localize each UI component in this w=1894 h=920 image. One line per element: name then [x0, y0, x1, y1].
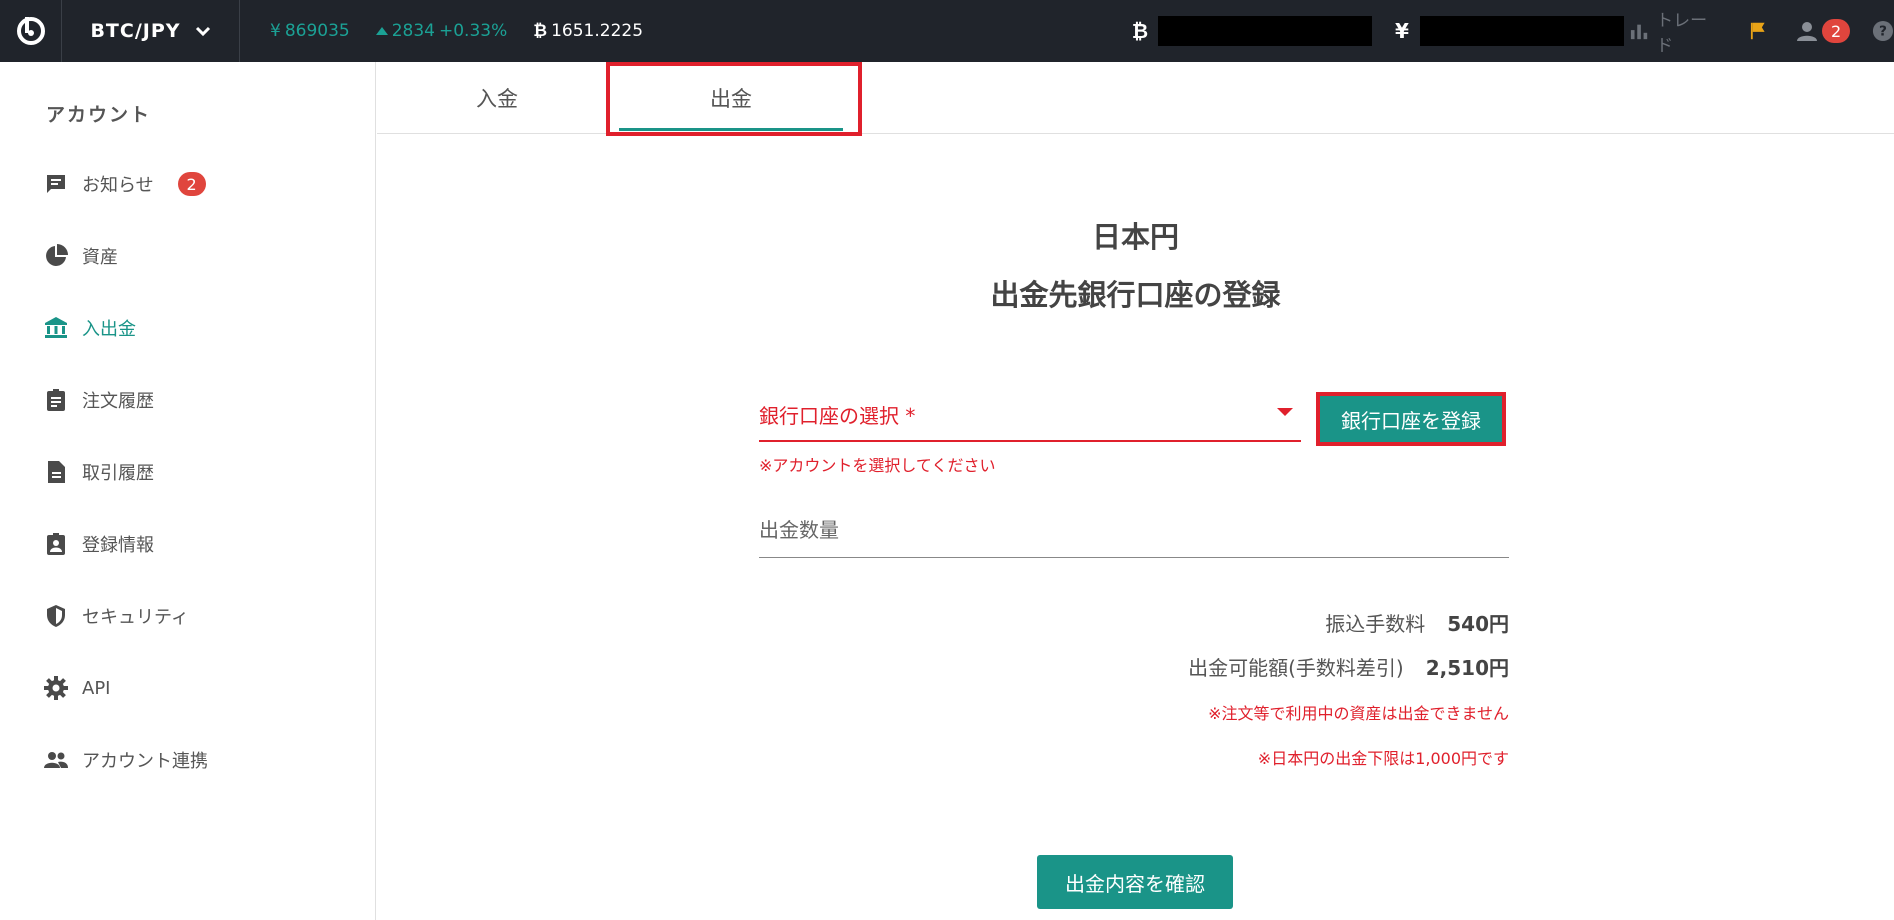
tab-withdraw-label: 出金	[710, 87, 752, 111]
last-price-value: 869035	[284, 21, 350, 41]
sidebar-item-api[interactable]: API	[44, 670, 110, 706]
volume-value: 1651.2225	[551, 21, 644, 41]
sidebar-item-trade-history[interactable]: 取引履歴	[44, 454, 154, 490]
sidebar-title: アカウント	[46, 104, 152, 126]
register-bank-account-button[interactable]: 銀行口座を登録	[1316, 392, 1506, 446]
header-tools: トレード 2 ?	[1630, 0, 1894, 62]
warning-note-minimum: ※日本円の出金下限は1,000円です	[1257, 749, 1509, 768]
page-title: 出金先銀行口座の登録	[990, 278, 1281, 312]
btc-balance-redacted	[1158, 16, 1372, 46]
sidebar-item-deposit-withdraw[interactable]: 入出金	[44, 310, 136, 346]
help-icon[interactable]: ?	[1872, 19, 1894, 43]
sidebar-item-label: お知らせ	[82, 175, 154, 196]
caret-down-icon	[1277, 408, 1293, 416]
btc-balance-icon: ₿	[1131, 18, 1149, 43]
confirm-withdraw-label: 出金内容を確認	[1065, 871, 1205, 896]
bank-icon	[45, 317, 67, 338]
tab-deposit-label: 入金	[476, 87, 518, 111]
trade-label: トレード	[1656, 11, 1708, 56]
transfer-fee-label: 振込手数料	[1325, 612, 1426, 636]
top-navigation-bar: BTC/JPY ¥ 869035 2834 +0.33% ₿ 1651.2225…	[0, 0, 1894, 62]
sidebar-item-label: 入出金	[82, 319, 136, 340]
svg-text:?: ?	[1879, 24, 1887, 40]
user-icon	[1797, 22, 1818, 41]
tabs: 入金 出金	[377, 62, 1894, 134]
volume: ₿ 1651.2225	[533, 21, 643, 41]
arrow-up-icon	[375, 27, 388, 35]
sidebar-item-label: 取引履歴	[82, 463, 154, 484]
sidebar-item-label: API	[82, 677, 111, 699]
confirm-withdraw-button[interactable]: 出金内容を確認	[1037, 855, 1233, 909]
available-amount-row: 出金可能額(手数料差引) 2,510円	[1188, 652, 1509, 681]
page-title-currency: 日本円	[1091, 220, 1179, 254]
price-change: 2834 +0.33%	[375, 21, 508, 41]
logo-icon	[16, 17, 45, 45]
yen-icon: ¥	[270, 21, 281, 41]
document-icon	[48, 461, 65, 483]
bitcoin-icon: ₿	[533, 21, 548, 41]
withdraw-amount-field[interactable]	[759, 510, 1509, 558]
balances: ₿ ¥	[1128, 0, 1624, 62]
jpy-balance-redacted	[1420, 16, 1624, 46]
sidebar-item-label: セキュリティ	[82, 607, 189, 628]
message-icon	[47, 175, 65, 193]
bar-chart-icon	[1630, 24, 1648, 40]
sidebar-item-news[interactable]: お知らせ 2	[44, 166, 206, 202]
tab-deposit[interactable]: 入金	[377, 62, 617, 134]
available-amount-label: 出金可能額(手数料差引)	[1188, 656, 1404, 680]
contact-icon	[47, 533, 65, 555]
bitbank-logo[interactable]	[0, 0, 62, 62]
flag-icon[interactable]	[1750, 21, 1766, 41]
change-value: 2834	[391, 21, 435, 41]
withdraw-amount-input[interactable]	[759, 510, 1509, 550]
sidebar-item-account-link[interactable]: アカウント連携	[44, 742, 208, 778]
people-icon	[44, 752, 68, 768]
pie-chart-icon	[46, 244, 68, 266]
gear-icon	[44, 676, 68, 700]
warning-note-in-use: ※注文等で利用中の資産は出金できません	[1208, 704, 1509, 723]
sidebar-item-label: 資産	[82, 247, 118, 268]
tab-withdraw[interactable]: 出金	[611, 62, 851, 134]
pair-selector[interactable]: BTC/JPY	[62, 0, 240, 62]
sidebar-item-security[interactable]: セキュリティ	[44, 598, 189, 634]
shield-icon	[47, 605, 65, 627]
jpy-balance-icon: ¥	[1395, 19, 1409, 43]
sidebar-item-registration-info[interactable]: 登録情報	[44, 526, 154, 562]
sidebar-item-assets[interactable]: 資産	[44, 238, 118, 274]
active-tab-indicator	[619, 128, 843, 131]
news-badge: 2	[177, 172, 206, 196]
account-menu[interactable]: 2	[1796, 19, 1851, 43]
chevron-down-icon	[195, 26, 210, 37]
trade-link[interactable]: トレード	[1630, 6, 1718, 56]
change-percent: +0.33%	[439, 21, 508, 41]
notification-badge: 2	[1822, 19, 1851, 43]
sidebar-item-label: アカウント連携	[82, 751, 208, 772]
clipboard-icon	[47, 389, 65, 411]
sidebar-item-order-history[interactable]: 注文履歴	[44, 382, 154, 418]
sidebar-item-label: 注文履歴	[82, 391, 154, 412]
register-bank-account-label: 銀行口座を登録	[1341, 408, 1481, 433]
ticker: ¥ 869035 2834 +0.33% ₿ 1651.2225	[240, 0, 665, 62]
transfer-fee-row: 振込手数料 540円	[1325, 608, 1509, 637]
available-amount-value: 2,510円	[1425, 656, 1509, 680]
sidebar: アカウント お知らせ 2 資産 入出金 注文履歴 取引履歴 登録情報 セキュリテ…	[0, 62, 376, 920]
transfer-fee-value: 540円	[1447, 612, 1509, 636]
last-price: ¥ 869035	[270, 21, 350, 41]
bank-account-error: ※アカウントを選択してください	[759, 456, 996, 475]
pair-label: BTC/JPY	[90, 20, 181, 42]
bank-account-select[interactable]: 銀行口座の選択 *	[759, 396, 1301, 442]
sidebar-item-label: 登録情報	[82, 535, 154, 556]
bank-account-select-label: 銀行口座の選択 *	[759, 404, 916, 428]
